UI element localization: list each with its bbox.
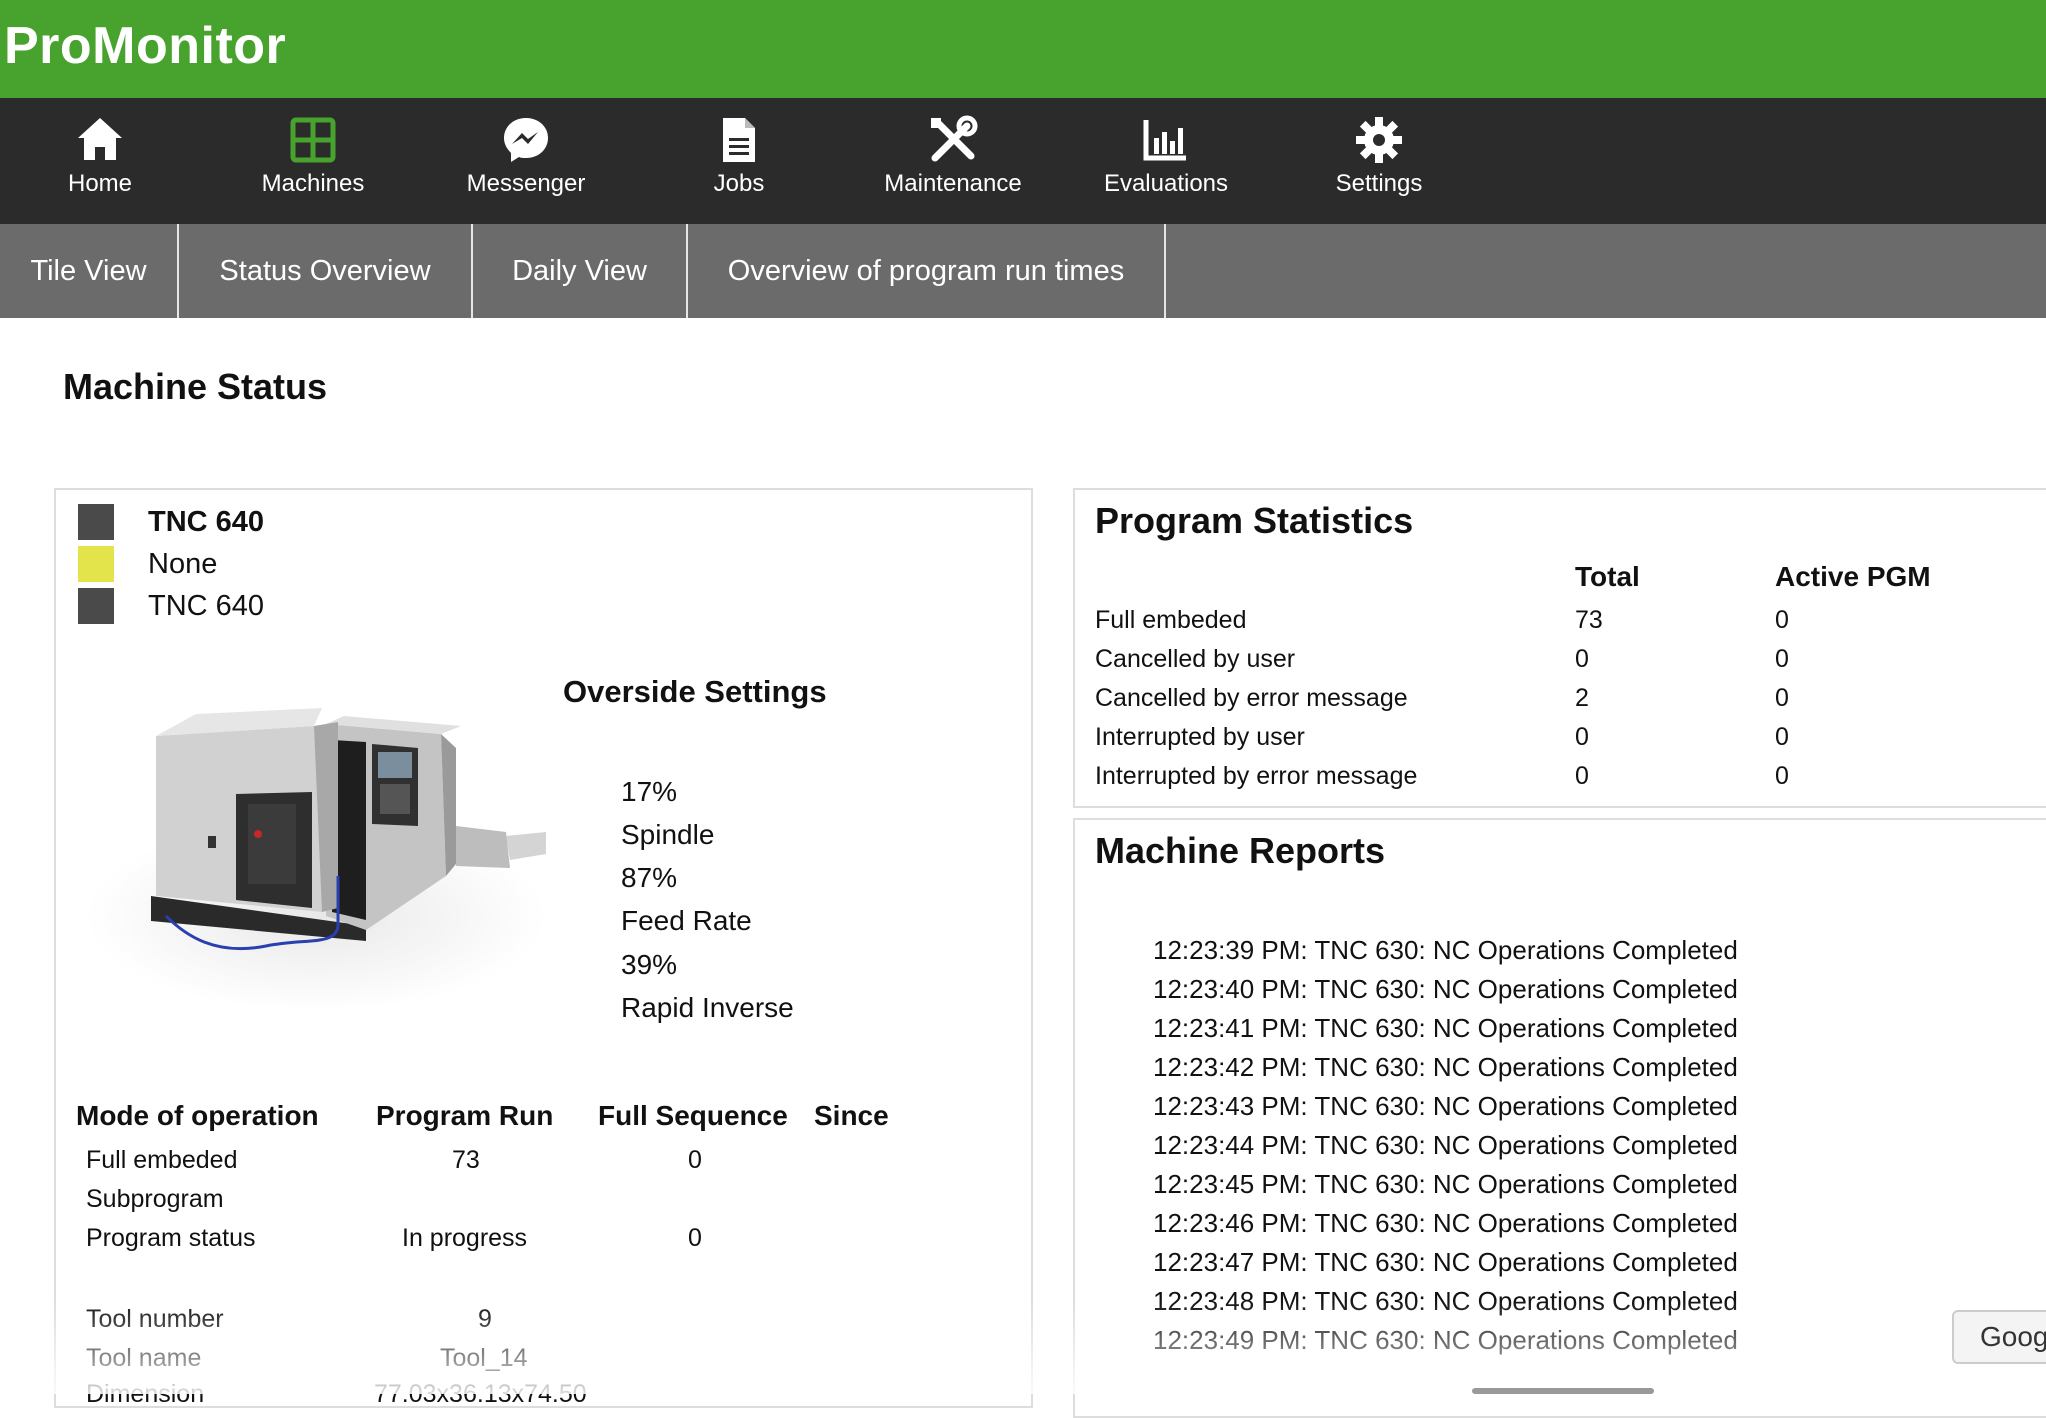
report-line: 12:23:39 PM: TNC 630: NC Operations Comp… bbox=[1153, 935, 1738, 965]
nav-settings-label: Settings bbox=[1335, 170, 1423, 197]
nav-maintenance-label: Maintenance bbox=[884, 170, 1022, 197]
stat-total: 0 bbox=[1575, 645, 1589, 673]
machine-control: TNC 640 bbox=[148, 590, 265, 622]
stat-active: 0 bbox=[1775, 645, 1789, 673]
feed-rate-label: Feed Rate bbox=[621, 905, 752, 936]
stat-label: Interrupted by user bbox=[1095, 723, 1305, 751]
document-icon bbox=[723, 118, 755, 162]
nav-home-label: Home bbox=[67, 170, 133, 197]
report-line: 12:23:45 PM: TNC 630: NC Operations Comp… bbox=[1153, 1169, 1738, 1199]
spindle-override-value: 17% bbox=[621, 776, 678, 807]
table-cell: Tool_14 bbox=[440, 1344, 528, 1372]
rapid-label: Rapid Inverse bbox=[621, 992, 794, 1023]
main-nav: Home Machines Messenger Jobs Maintenance… bbox=[0, 98, 2046, 224]
nav-maintenance[interactable]: Maintenance bbox=[848, 98, 1058, 224]
nav-evaluations[interactable]: Evaluations bbox=[1061, 98, 1271, 224]
stat-label: Full embeded bbox=[1095, 606, 1247, 634]
stat-total: 0 bbox=[1575, 723, 1589, 751]
tools-icon bbox=[931, 115, 978, 162]
col-program-run: Program Run bbox=[376, 1100, 554, 1131]
col-full-sequence: Full Sequence bbox=[598, 1100, 788, 1131]
app-logo[interactable]: ProMonitor bbox=[4, 16, 286, 76]
spindle-label: Spindle bbox=[621, 819, 715, 850]
machine-image bbox=[86, 708, 546, 1011]
stat-total: 0 bbox=[1575, 762, 1589, 790]
stat-active: 0 bbox=[1775, 723, 1789, 751]
stat-total: 2 bbox=[1575, 684, 1589, 712]
tab-tile-view[interactable]: Tile View bbox=[0, 224, 179, 318]
nav-jobs[interactable]: Jobs bbox=[634, 98, 844, 224]
stat-label: Interrupted by error message bbox=[1095, 762, 1418, 790]
stat-label: Cancelled by user bbox=[1095, 645, 1296, 673]
feed-rate-value: 87% bbox=[621, 862, 678, 893]
status-swatch-dark bbox=[78, 588, 114, 624]
report-line: 12:23:40 PM: TNC 630: NC Operations Comp… bbox=[1153, 974, 1738, 1004]
report-line: 12:23:43 PM: TNC 630: NC Operations Comp… bbox=[1153, 1091, 1738, 1121]
col-total: Total bbox=[1575, 561, 1640, 592]
table-cell: Full embeded bbox=[86, 1146, 238, 1174]
grid-icon bbox=[290, 117, 336, 163]
report-line: 12:23:42 PM: TNC 630: NC Operations Comp… bbox=[1153, 1052, 1738, 1082]
messenger-icon bbox=[504, 118, 548, 162]
tab-program-run-times[interactable]: Overview of program run times bbox=[688, 224, 1166, 318]
nav-home[interactable]: Home bbox=[0, 98, 205, 224]
gear-icon bbox=[1356, 117, 1402, 163]
tab-status-overview[interactable]: Status Overview bbox=[179, 224, 473, 318]
stat-active: 0 bbox=[1775, 606, 1789, 634]
table-cell: Tool number bbox=[86, 1305, 224, 1333]
nav-messenger-label: Messenger bbox=[466, 170, 586, 197]
nav-settings[interactable]: Settings bbox=[1274, 98, 1484, 224]
col-active-pgm: Active PGM bbox=[1775, 561, 1931, 592]
stat-label: Cancelled by error message bbox=[1095, 684, 1408, 712]
col-since: Since bbox=[814, 1100, 889, 1131]
table-cell: 0 bbox=[688, 1146, 702, 1174]
table-cell: In progress bbox=[402, 1224, 528, 1252]
machine-reports-title: Machine Reports bbox=[1095, 830, 1386, 871]
home-icon bbox=[78, 118, 122, 160]
tab-daily-view[interactable]: Daily View bbox=[473, 224, 688, 318]
nav-evaluations-label: Evaluations bbox=[1103, 170, 1229, 197]
table-cell: 77.03x36.13x74.50 bbox=[374, 1380, 587, 1408]
app-header: ProMonitor bbox=[0, 0, 2046, 98]
nav-jobs-label: Jobs bbox=[713, 170, 765, 197]
machine-state: None bbox=[148, 548, 218, 580]
stat-active: 0 bbox=[1775, 762, 1789, 790]
report-line: 12:23:44 PM: TNC 630: NC Operations Comp… bbox=[1153, 1130, 1738, 1160]
status-swatch-yellow bbox=[78, 546, 114, 582]
horizontal-scrollbar[interactable] bbox=[1472, 1388, 1654, 1394]
table-cell: Tool name bbox=[86, 1344, 202, 1372]
report-line: 12:23:49 PM: TNC 630: NC Operations Comp… bbox=[1153, 1325, 1738, 1355]
table-cell: Program status bbox=[86, 1224, 256, 1252]
report-line: 12:23:47 PM: TNC 630: NC Operations Comp… bbox=[1153, 1247, 1738, 1277]
override-settings-title: Overside Settings bbox=[563, 674, 827, 709]
nav-messenger[interactable]: Messenger bbox=[421, 98, 631, 224]
page-title: Machine Status bbox=[63, 366, 328, 407]
report-line: 12:23:48 PM: TNC 630: NC Operations Comp… bbox=[1153, 1286, 1738, 1316]
stat-total: 73 bbox=[1575, 606, 1603, 634]
table-cell: Dimension bbox=[86, 1380, 205, 1408]
report-line: 12:23:41 PM: TNC 630: NC Operations Comp… bbox=[1153, 1013, 1738, 1043]
floating-google-button[interactable]: Goog bbox=[1952, 1310, 2046, 1364]
rapid-value: 39% bbox=[621, 949, 678, 980]
table-cell: 9 bbox=[478, 1305, 492, 1333]
bar-chart-icon bbox=[1143, 120, 1186, 161]
table-cell: 73 bbox=[452, 1146, 480, 1174]
stat-active: 0 bbox=[1775, 684, 1789, 712]
report-line: 12:23:46 PM: TNC 630: NC Operations Comp… bbox=[1153, 1208, 1738, 1238]
nav-machines[interactable]: Machines bbox=[208, 98, 418, 224]
table-cell: Subprogram bbox=[86, 1185, 224, 1213]
col-mode-of-operation: Mode of operation bbox=[76, 1100, 319, 1131]
table-cell: 0 bbox=[688, 1224, 702, 1252]
machine-name: TNC 640 bbox=[148, 506, 265, 538]
program-statistics-title: Program Statistics bbox=[1095, 500, 1414, 541]
status-swatch-dark bbox=[78, 504, 114, 540]
sub-nav: Tile View Status Overview Daily View Ove… bbox=[0, 224, 2046, 318]
nav-machines-label: Machines bbox=[261, 170, 365, 197]
